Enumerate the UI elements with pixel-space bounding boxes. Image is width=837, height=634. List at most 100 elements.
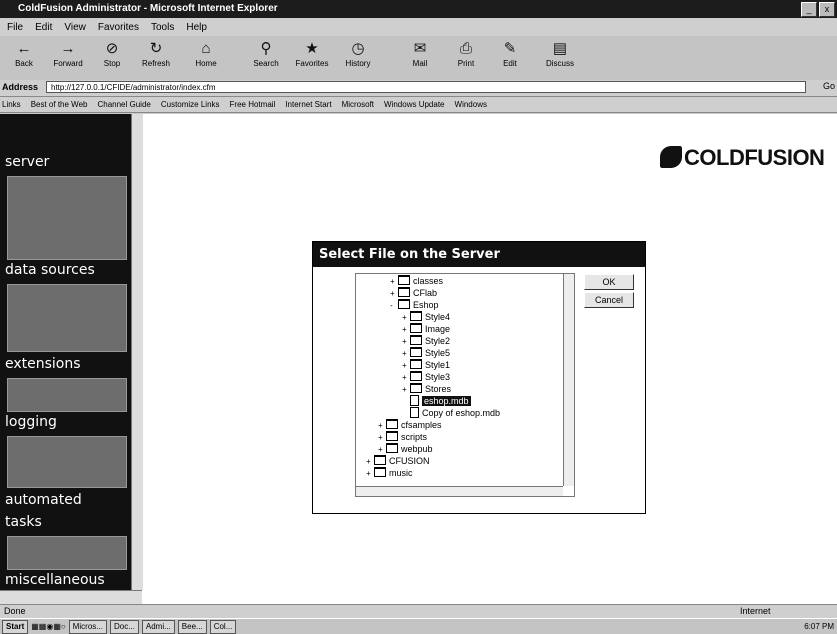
taskbar-clock: 6:07 PM (804, 622, 834, 631)
folder-icon (398, 287, 410, 297)
window-titlebar: ColdFusion Administrator - Microsoft Int… (0, 0, 837, 18)
tree-item[interactable]: + Style3 (402, 371, 450, 383)
windows-taskbar: Start ▦▦◉▦○ Micros... Doc... Admi... Bee… (0, 618, 837, 634)
security-zone: Internet (740, 606, 771, 616)
forward-button[interactable]: → Forward (46, 39, 90, 77)
folder-icon (410, 323, 422, 333)
link-channel-guide[interactable]: Channel Guide (97, 100, 150, 109)
file-tree[interactable]: + classes + CFlab - Eshop + Style4 + Image + S… (355, 273, 575, 497)
tree-item[interactable]: + CFlab (390, 287, 437, 299)
folder-icon (410, 359, 422, 369)
home-button[interactable]: ⌂ Home (184, 39, 228, 77)
tree-item[interactable]: - Eshop (390, 299, 439, 311)
taskbar-button[interactable]: Bee... (177, 619, 207, 634)
links-bar: Links Best of the Web Channel Guide Cust… (0, 97, 837, 113)
nav-logging-links[interactable] (7, 436, 127, 488)
window-title: ColdFusion Administrator - Microsoft Int… (18, 3, 278, 14)
tree-horizontal-scrollbar[interactable] (356, 486, 563, 496)
nav-section-server[interactable]: server (5, 154, 49, 170)
back-arrow-icon: ← (16, 40, 32, 57)
tree-item[interactable]: Copy of eshop.mdb (402, 407, 500, 419)
menu-tools[interactable]: Tools (148, 22, 177, 33)
nav-data-sources-links[interactable] (7, 284, 127, 352)
tree-item[interactable]: + webpub (378, 443, 433, 455)
nav-vertical-scrollbar[interactable] (131, 114, 143, 590)
nav-extensions-links[interactable] (7, 378, 127, 412)
stop-button[interactable]: ⊘ Stop (90, 39, 134, 77)
link-internet-start[interactable]: Internet Start (285, 100, 331, 109)
link-windows[interactable]: Windows (455, 100, 487, 109)
menu-help[interactable]: Help (183, 22, 210, 33)
ok-button[interactable]: OK (584, 274, 634, 290)
favorites-button[interactable]: ★ Favorites (290, 39, 334, 77)
menu-edit[interactable]: Edit (32, 22, 55, 33)
edit-icon: ✎ (503, 40, 517, 57)
link-windows-update[interactable]: Windows Update (384, 100, 444, 109)
status-bar: Done Internet (0, 604, 837, 619)
folder-icon (410, 383, 422, 393)
menu-file[interactable]: File (4, 22, 26, 33)
taskbar-button[interactable]: Admi... (141, 619, 175, 634)
links-label: Links (2, 100, 21, 109)
close-button[interactable]: x (819, 2, 835, 17)
nav-tasks-links[interactable] (7, 536, 127, 570)
tree-item[interactable]: + Style4 (402, 311, 450, 323)
search-button[interactable]: ⚲ Search (244, 39, 288, 77)
address-input[interactable]: http://127.0.0.1/CFIDE/administrator/ind… (46, 81, 806, 93)
back-button[interactable]: ← Back (2, 39, 46, 77)
link-best-of-web[interactable]: Best of the Web (31, 100, 88, 109)
nav-section-tasks[interactable]: tasks (5, 514, 42, 530)
folder-icon (410, 335, 422, 345)
taskbar-button[interactable]: Micros... (68, 619, 107, 634)
tree-item[interactable]: + CFUSION (366, 455, 430, 467)
tree-vertical-scrollbar[interactable] (563, 274, 574, 486)
edit-button[interactable]: ✎ Edit (488, 39, 532, 77)
mail-button[interactable]: ✉ Mail (398, 39, 442, 77)
quick-launch-icons[interactable]: ▦▦◉▦○ (31, 622, 66, 631)
tree-item[interactable]: + classes (390, 275, 443, 287)
go-button[interactable]: Go (823, 81, 835, 91)
nav-section-miscellaneous[interactable]: miscellaneous (5, 572, 105, 588)
link-free-hotmail[interactable]: Free Hotmail (230, 100, 276, 109)
menu-view[interactable]: View (61, 22, 89, 33)
address-bar: Address http://127.0.0.1/CFIDE/administr… (0, 80, 837, 97)
nav-horizontal-scrollbar[interactable] (0, 590, 142, 605)
taskbar-button[interactable]: Col... (209, 619, 237, 634)
history-button[interactable]: ◷ History (336, 39, 380, 77)
refresh-button[interactable]: ↻ Refresh (134, 39, 178, 77)
menu-favorites[interactable]: Favorites (95, 22, 142, 33)
discuss-button[interactable]: ▤ Discuss (538, 39, 582, 77)
home-icon: ⌂ (201, 40, 211, 57)
minimize-button[interactable]: _ (801, 2, 817, 17)
tree-item-selected[interactable]: eshop.mdb (402, 395, 471, 407)
menu-bar: File Edit View Favorites Tools Help (0, 18, 837, 36)
start-button[interactable]: Start (2, 619, 29, 634)
tree-item[interactable]: + music (366, 467, 413, 479)
nav-server-links[interactable] (7, 176, 127, 260)
dialog-title: Select File on the Server (313, 242, 645, 267)
logo-text: COLDFUSION (684, 145, 825, 170)
cancel-button[interactable]: Cancel (584, 292, 634, 308)
link-microsoft[interactable]: Microsoft (342, 100, 374, 109)
folder-icon (398, 275, 410, 285)
taskbar-button[interactable]: Doc... (109, 619, 139, 634)
file-icon (410, 407, 419, 418)
print-button[interactable]: ⎙ Print (444, 39, 488, 77)
tree-item[interactable]: + Style2 (402, 335, 450, 347)
folder-icon (386, 443, 398, 453)
folder-icon (386, 419, 398, 429)
tree-item[interactable]: + Stores (402, 383, 451, 395)
tree-item[interactable]: + Image (402, 323, 450, 335)
nav-section-automated[interactable]: automated (5, 492, 82, 508)
tree-item[interactable]: + cfsamples (378, 419, 442, 431)
select-file-dialog: Select File on the Server + classes + CFla… (312, 241, 646, 514)
nav-section-logging[interactable]: logging (5, 414, 57, 430)
nav-section-extensions[interactable]: extensions (5, 356, 81, 372)
tree-item[interactable]: + scripts (378, 431, 427, 443)
tree-item[interactable]: + Style1 (402, 359, 450, 371)
link-customize-links[interactable]: Customize Links (161, 100, 220, 109)
refresh-icon: ↻ (149, 40, 163, 57)
search-icon: ⚲ (260, 40, 272, 57)
nav-section-data-sources[interactable]: data sources (5, 262, 95, 278)
tree-item[interactable]: + Style5 (402, 347, 450, 359)
